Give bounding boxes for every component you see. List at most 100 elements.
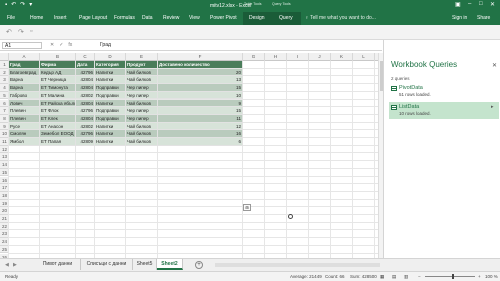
table-cell[interactable]: ЕТ Анасон (40, 122, 76, 131)
tab-review[interactable]: Review (163, 15, 179, 21)
table-cell[interactable]: 42804 (76, 84, 95, 92)
minimize-icon[interactable]: – (468, 1, 471, 7)
column-header-l[interactable]: L (353, 53, 375, 61)
table-cell[interactable]: Напитки (95, 138, 126, 146)
table-header-cell[interactable]: Град (9, 61, 40, 69)
table-cell[interactable]: 42802 (76, 122, 95, 131)
tab-file[interactable]: File (7, 15, 15, 21)
table-cell[interactable]: ЕТ Папая (40, 138, 76, 146)
sheet-tab-sheet5[interactable]: Sheet5 (133, 259, 157, 270)
column-header-e[interactable]: E (126, 53, 158, 61)
cancel-icon[interactable]: ✕ (50, 42, 54, 48)
table-cell[interactable]: 42802 (76, 91, 95, 100)
column-header-d[interactable]: D (95, 53, 126, 61)
query-item-listdata[interactable]: ListData 10 rows loaded. ▸ (389, 102, 499, 119)
customize-icon[interactable]: ▾ (29, 2, 32, 9)
query-item-pivotdata[interactable]: PivotData 51 rows loaded. (389, 83, 499, 100)
table-cell[interactable]: Подправки (95, 84, 126, 92)
table-header-cell[interactable]: Доставено количество (158, 61, 243, 69)
column-header-h[interactable]: H (265, 53, 287, 61)
undo-icon[interactable]: ↶ (6, 28, 12, 36)
table-header-cell[interactable]: Категория (95, 61, 126, 69)
tab-formulas[interactable]: Formulas (114, 15, 135, 21)
zoom-slider[interactable] (425, 276, 475, 277)
table-cell[interactable]: Русе (9, 122, 40, 131)
fx-icon[interactable]: fx (68, 42, 72, 48)
sign-in-link[interactable]: Sign in (452, 15, 467, 21)
sheet-tab-lists[interactable]: Списъци с данни (81, 259, 133, 270)
table-cell[interactable]: 10 (158, 91, 243, 100)
column-header-g[interactable]: G (243, 53, 265, 61)
normal-view-icon[interactable]: ▦ (380, 274, 384, 280)
table-cell[interactable]: 11 (158, 114, 243, 123)
column-header-i[interactable]: I (287, 53, 309, 61)
table-header-cell[interactable]: Дата (76, 61, 95, 69)
table-cell[interactable]: Напитки (95, 76, 126, 85)
table-cell[interactable]: 42804 (76, 114, 95, 123)
tab-query[interactable]: Query (279, 15, 293, 21)
table-cell[interactable]: Смолян (9, 130, 40, 138)
table-cell[interactable]: Напитки (95, 68, 126, 77)
table-cell[interactable]: 42796 (76, 107, 95, 115)
table-cell[interactable]: Плевен (9, 107, 40, 115)
column-header-c[interactable]: C (76, 53, 95, 61)
table-cell[interactable]: Подправки (95, 114, 126, 123)
formula-input[interactable]: Град (100, 42, 111, 48)
table-cell[interactable]: ЕТ Малина (40, 91, 76, 100)
quick-analysis-icon[interactable]: ⊞ (243, 204, 251, 211)
table-cell[interactable]: ЕТ Райска ябълка (40, 99, 76, 108)
tab-data[interactable]: Data (142, 15, 153, 21)
table-cell[interactable]: Чер пипер (126, 114, 158, 123)
table-cell[interactable]: Варна (9, 76, 40, 85)
table-cell[interactable]: 42796 (76, 68, 95, 77)
undo-icon[interactable]: ↶ (11, 2, 16, 9)
table-cell[interactable]: Варна (9, 84, 40, 92)
tab-design[interactable]: Design (249, 15, 265, 21)
table-cell[interactable]: Подправки (95, 107, 126, 115)
ribbon-display-icon[interactable]: ▣ (455, 1, 461, 8)
next-sheet-icon[interactable]: ▶ (13, 262, 17, 268)
table-cell[interactable]: Чай билков (126, 76, 158, 85)
table-cell[interactable]: 42809 (76, 138, 95, 146)
table-cell[interactable]: Чай билков (126, 138, 158, 146)
zoom-out-icon[interactable]: − (418, 274, 421, 279)
sheet-tab-pivot[interactable]: Пивот данни (35, 259, 81, 270)
table-cell[interactable]: Чер пипер (126, 84, 158, 92)
table-cell[interactable]: Ловеч (9, 99, 40, 108)
table-cell[interactable]: 16 (158, 130, 243, 138)
save-icon[interactable]: ▪ (5, 2, 7, 9)
table-cell[interactable]: Напитки (95, 122, 126, 131)
table-cell[interactable]: ЕТ Черница (40, 76, 76, 85)
column-header-j[interactable]: J (309, 53, 331, 61)
table-cell[interactable]: 12 (158, 122, 243, 131)
touch-mode-icon[interactable]: ▫ (30, 28, 32, 35)
table-cell[interactable]: 13 (158, 76, 243, 85)
page-layout-icon[interactable]: ▤ (392, 274, 396, 280)
spreadsheet-grid[interactable]: A B C D E F G H I J K L M 12345678910111… (0, 53, 378, 258)
table-cell[interactable]: Чер пипер (126, 107, 158, 115)
table-cell[interactable]: Чай билков (126, 122, 158, 131)
table-cell[interactable]: 6 (158, 138, 243, 146)
redo-icon[interactable]: ↷ (18, 28, 24, 36)
table-cell[interactable]: Благоевград (9, 68, 40, 77)
name-box[interactable]: A1 (2, 42, 42, 49)
chevron-right-icon[interactable]: ▸ (491, 104, 494, 110)
table-cell[interactable]: 20 (158, 68, 243, 77)
sheet-tab-sheet2[interactable]: Sheet2 (157, 259, 183, 270)
table-cell[interactable]: Ямбол (9, 138, 40, 146)
table-header-cell[interactable]: Фирма (40, 61, 76, 69)
table-cell[interactable]: Чай билков (126, 130, 158, 138)
zoom-in-icon[interactable]: + (478, 274, 481, 279)
table-cell[interactable]: Земебол ЕООД (40, 130, 76, 138)
zoom-level[interactable]: 100 % (485, 274, 498, 279)
column-header-b[interactable]: B (40, 53, 76, 61)
tab-insert[interactable]: Insert (54, 15, 67, 21)
column-header-f[interactable]: F (158, 53, 243, 61)
table-header-cell[interactable]: Продукт (126, 61, 158, 69)
tab-home[interactable]: Home (30, 15, 43, 21)
table-cell[interactable]: Напитки (95, 130, 126, 138)
table-cell[interactable]: 9 (158, 99, 243, 108)
table-cell[interactable]: Чер пипер (126, 91, 158, 100)
close-pane-icon[interactable]: ✕ (492, 62, 497, 69)
table-cell[interactable]: Плевен (9, 114, 40, 123)
